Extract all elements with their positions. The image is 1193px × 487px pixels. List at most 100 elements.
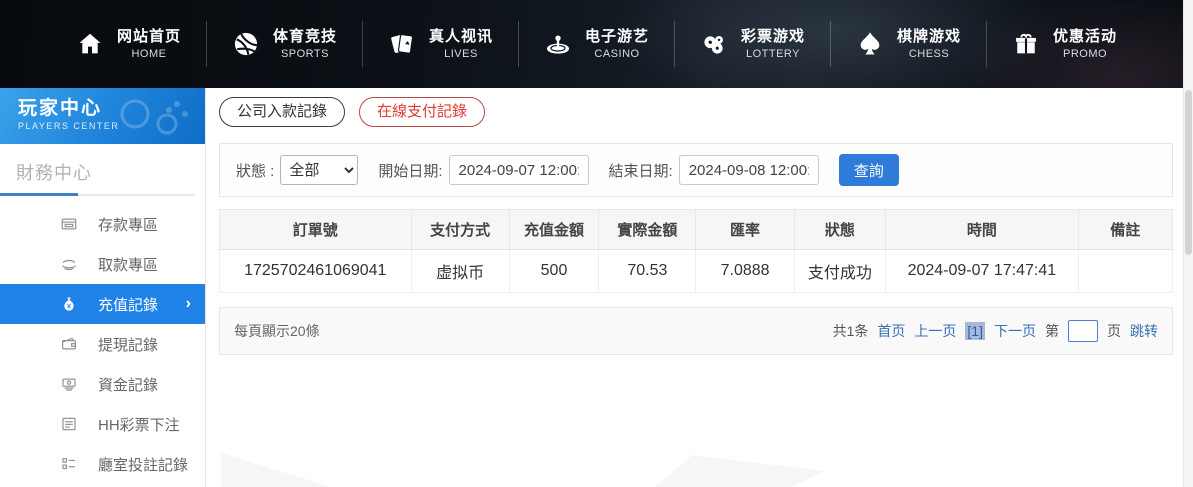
nav-label-en: LOTTERY (745, 47, 801, 60)
page-size-text: 每頁顯示20條 (234, 323, 320, 339)
cell-exchange-rate: 7.0888 (695, 249, 795, 293)
players-center-header: 玩家中心 PLAYERS CENTER (0, 88, 205, 144)
sidebar-item-label: 廳室投註記錄 (98, 456, 189, 474)
spade-icon (860, 32, 880, 55)
current-page-indicator[interactable]: [1] (965, 322, 985, 340)
col-order-number: 訂單號 (219, 209, 412, 250)
start-date-input[interactable] (448, 155, 589, 185)
start-date-label: 開始日期: (378, 162, 443, 180)
table-row: 1725702461069041 虚拟币 500 70.53 7.0888 支付… (219, 249, 1174, 293)
sidebar-item-label: 充值記錄 (98, 296, 159, 314)
sidebar-item-label: HH彩票下注 (98, 416, 180, 434)
cell-actual-amount: 70.53 (598, 249, 697, 293)
total-count-text: 共1条 (832, 323, 869, 339)
scrollbar-track[interactable] (1183, 0, 1193, 487)
nav-label-en: SPORTS (280, 47, 329, 60)
cell-time: 2024-09-07 17:47:41 (885, 249, 1079, 293)
nav-item-sports[interactable]: 体育竞技 SPORTS (207, 27, 362, 62)
cell-status: 支付成功 (793, 249, 887, 293)
filter-bar: 狀態 : 全部 開始日期: 結束日期: 查詢 (219, 143, 1173, 197)
query-button[interactable]: 查詢 (838, 154, 899, 186)
banknotes-icon (62, 378, 76, 391)
col-remark: 備註 (1077, 209, 1174, 250)
prev-page-link[interactable]: 上一页 (914, 321, 956, 341)
page: 网站首页 HOME 体育竞技 SPORTS 真人视讯 LIVES 电子游艺 CASINO… (0, 0, 1193, 487)
page-number-input[interactable] (1068, 320, 1098, 342)
nav-item-home[interactable]: 网站首页 HOME (51, 27, 206, 62)
pagination-bar: 每頁顯示20條 共1条 首页 上一页 [1] 下一页 第 页 跳转 (219, 307, 1173, 355)
lottery-list-icon (62, 417, 76, 431)
sidebar-item-withdraw[interactable]: 取款專區 (0, 244, 205, 284)
nav-item-lives[interactable]: 真人视讯 LIVES (363, 27, 518, 62)
jump-link[interactable]: 跳转 (1130, 321, 1158, 341)
cell-remark (1077, 249, 1174, 293)
nav-label-zh: 优惠活动 (1053, 27, 1118, 45)
next-page-link[interactable]: 下一页 (994, 321, 1036, 341)
finance-center-section-title: 財務中心 (16, 163, 92, 183)
background-decoration-shape (655, 455, 825, 487)
playing-cards-icon (391, 34, 414, 54)
nav-label-en: PROMO (1063, 47, 1108, 60)
chevron-right-icon: › (185, 295, 191, 312)
nav-label-zh: 电子游艺 (584, 27, 649, 45)
top-navigation: 网站首页 HOME 体育竞技 SPORTS 真人视讯 LIVES 电子游艺 CASINO… (0, 0, 1193, 88)
nav-label-zh: 真人视讯 (428, 27, 493, 45)
home-icon (79, 33, 101, 54)
cell-recharge-amount: 500 (508, 249, 600, 293)
record-tabs: 公司入款記錄 在線支付記錄 (219, 97, 1173, 127)
nav-label-en: CASINO (594, 47, 640, 60)
nav-label-zh: 彩票游戏 (741, 27, 806, 45)
recharge-moneybag-icon (64, 297, 74, 311)
col-recharge-amount: 充值金額 (508, 209, 600, 250)
cell-order-number: 1725702461069041 (219, 249, 412, 293)
nav-item-promo[interactable]: 优惠活动 PROMO (987, 27, 1142, 62)
nav-label-zh: 网站首页 (116, 27, 181, 45)
nav-label-zh: 棋牌游戏 (897, 27, 962, 45)
page-suffix-text: 页 (1107, 323, 1121, 339)
gift-icon (1016, 33, 1036, 54)
table-header-row: 訂單號 支付方式 充值金額 實際金額 匯率 狀態 時間 備註 (219, 209, 1174, 250)
hall-bet-list-icon (62, 458, 75, 470)
sidebar-item-withdrawal-records[interactable]: 提現記錄 (0, 324, 205, 364)
col-time: 時間 (885, 209, 1079, 250)
nav-label-en: LIVES (444, 47, 478, 60)
col-status: 狀態 (793, 209, 887, 250)
sidebar-item-label: 資金記錄 (98, 376, 159, 394)
section-divider (0, 193, 195, 196)
lottery-balls-icon (704, 35, 723, 54)
gamepad-decoration-icon (120, 99, 188, 135)
col-exchange-rate: 匯率 (695, 209, 795, 250)
main-content: 公司入款記錄 在線支付記錄 狀態 : 全部 開始日期: 結束日期: 查詢 訂單號… (207, 88, 1193, 487)
tab-online-payment-records[interactable]: 在線支付記錄 (359, 97, 486, 127)
nav-item-lottery[interactable]: 彩票游戏 LOTTERY (675, 27, 830, 62)
end-date-input[interactable] (678, 155, 819, 185)
sidebar-item-recharge-records[interactable]: 充值記錄 › (0, 284, 205, 324)
sidebar-item-label: 存款專區 (98, 216, 159, 234)
status-label: 狀態 : (236, 162, 275, 180)
col-actual-amount: 實際金額 (598, 209, 697, 250)
background-decoration-shape (221, 453, 331, 487)
scrollbar-thumb[interactable] (1185, 90, 1192, 255)
wallet-icon (62, 337, 76, 350)
sidebar-item-funds-records[interactable]: 資金記錄 (0, 364, 205, 404)
nav-item-casino[interactable]: 电子游艺 CASINO (519, 27, 674, 62)
status-select[interactable]: 全部 (280, 155, 359, 185)
sidebar-item-label: 取款專區 (98, 256, 159, 274)
cell-payment-method: 虚拟币 (410, 249, 510, 293)
sidebar-item-deposit[interactable]: 存款專區 (0, 204, 205, 244)
first-page-link[interactable]: 首页 (877, 321, 905, 341)
tab-company-deposit-records[interactable]: 公司入款記錄 (219, 97, 346, 127)
sidebar-item-hh-lottery-bets[interactable]: HH彩票下注 (0, 404, 205, 444)
sidebar-item-hall-bet-records[interactable]: 廳室投註記錄 (0, 444, 205, 484)
nav-label-zh: 体育竞技 (272, 27, 337, 45)
withdraw-icon (61, 259, 77, 271)
recharge-records-table: 訂單號 支付方式 充值金額 實際金額 匯率 狀態 時間 備註 172570246… (219, 209, 1174, 293)
end-date-label: 結束日期: (608, 162, 673, 180)
nav-item-chess[interactable]: 棋牌游戏 CHESS (831, 27, 986, 62)
sidebar-item-label: 提現記錄 (98, 336, 159, 354)
roulette-icon (546, 35, 570, 54)
nav-label-en: HOME (131, 47, 167, 60)
sports-ball-icon (234, 32, 258, 56)
col-payment-method: 支付方式 (410, 209, 510, 250)
deposit-icon (61, 218, 77, 230)
